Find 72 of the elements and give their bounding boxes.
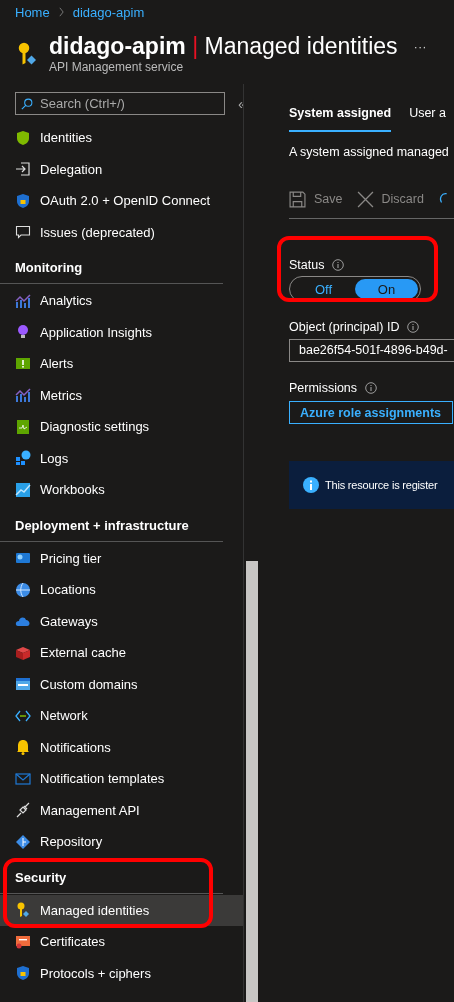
breadcrumb-link[interactable]: Home [15, 4, 50, 20]
description-text: A system assigned managed [289, 144, 449, 161]
shield-lock-icon [15, 192, 31, 209]
chart-icon [15, 387, 31, 404]
section-heading: Security [15, 869, 67, 885]
sidebar-item[interactable]: External cache [0, 637, 243, 669]
more-button[interactable]: ··· [413, 38, 427, 54]
sidebar-item[interactable]: Network [0, 700, 243, 732]
page-subtitle: API Management service [49, 60, 185, 74]
cache-icon [15, 644, 31, 661]
sidebar-item[interactable]: Custom domains [0, 668, 243, 700]
info-icon [365, 382, 378, 394]
sidebar-item[interactable]: Management API [0, 794, 243, 826]
shield-lock-icon [15, 965, 31, 982]
sidebar-item[interactable]: Diagnostic settings [0, 411, 243, 443]
banner-text: This resource is register [325, 479, 438, 491]
sidebar-item[interactable]: Metrics [0, 379, 243, 411]
page-title: didago-apim | Managed identities [49, 32, 398, 60]
scrollbar-thumb[interactable] [246, 561, 258, 1002]
field-label: Status [289, 257, 325, 274]
tab[interactable]: System assigned [289, 98, 392, 132]
object-id-field[interactable]: bae26f54-501f-4896-b49d- [289, 339, 454, 362]
sidebar-item[interactable]: Issues (deprecated) [0, 216, 243, 248]
section-heading: Deployment + infrastructure [15, 517, 189, 533]
sidebar-item[interactable]: Notification templates [0, 763, 243, 795]
breadcrumb-link[interactable]: didago-apim [72, 4, 145, 20]
section-heading: Monitoring [15, 260, 83, 275]
alert-icon [15, 355, 31, 372]
sidebar-item[interactable]: Identities [0, 122, 243, 154]
sidebar-item[interactable]: Application Insights [0, 316, 243, 348]
sidebar-item[interactable]: Managed identities [0, 894, 243, 926]
sidebar-item[interactable]: Workbooks [0, 474, 243, 506]
diagnostic-icon [15, 418, 31, 435]
key-icon [15, 902, 31, 919]
plug-icon [15, 802, 31, 819]
sidebar-item[interactable]: Analytics [0, 285, 243, 317]
shield-icon [15, 129, 31, 146]
globe-icon [15, 581, 31, 598]
chevron-right-icon [57, 7, 65, 17]
logs-icon [15, 450, 31, 467]
sidebar-item[interactable]: Protocols + ciphers [0, 957, 243, 989]
search-field[interactable]: Search (Ctrl+/) [15, 91, 225, 115]
workbook-icon [15, 481, 31, 498]
sidebar-item[interactable]: Pricing tier [0, 542, 243, 574]
field-label: Object (principal) ID [289, 319, 400, 336]
diamond-icon [15, 833, 31, 850]
sidebar-item[interactable]: Certificates [0, 926, 243, 958]
lightbulb-icon [15, 324, 31, 341]
sidebar-item[interactable]: OAuth 2.0 + OpenID Connect [0, 185, 243, 217]
chart-icon [15, 292, 31, 309]
role-assignments-button[interactable]: Azure role assignments [289, 401, 453, 424]
sidebar-item[interactable]: Alerts [0, 348, 243, 380]
tab[interactable]: User a [409, 98, 446, 132]
sidebar-item[interactable]: Logs [0, 442, 243, 474]
close-icon [356, 190, 374, 208]
sidebar-item[interactable]: Repository [0, 826, 243, 858]
sidebar-item[interactable]: Gateways [0, 605, 243, 637]
info-icon [332, 259, 345, 271]
sign-in-icon [15, 161, 31, 178]
envelope-icon [15, 770, 31, 787]
sidebar-item[interactable]: Notifications [0, 731, 243, 763]
certificate-icon [15, 933, 31, 950]
save-icon [289, 190, 306, 208]
sidebar-item[interactable]: Locations [0, 574, 243, 606]
bell-icon [15, 739, 31, 756]
info-icon [407, 321, 420, 333]
search-icon [21, 97, 33, 110]
field-label: Permissions [289, 380, 358, 397]
window-icon [15, 676, 31, 693]
info-icon [303, 477, 319, 493]
sidebar-item[interactable]: Delegation [0, 153, 243, 185]
comment-icon [15, 224, 31, 241]
